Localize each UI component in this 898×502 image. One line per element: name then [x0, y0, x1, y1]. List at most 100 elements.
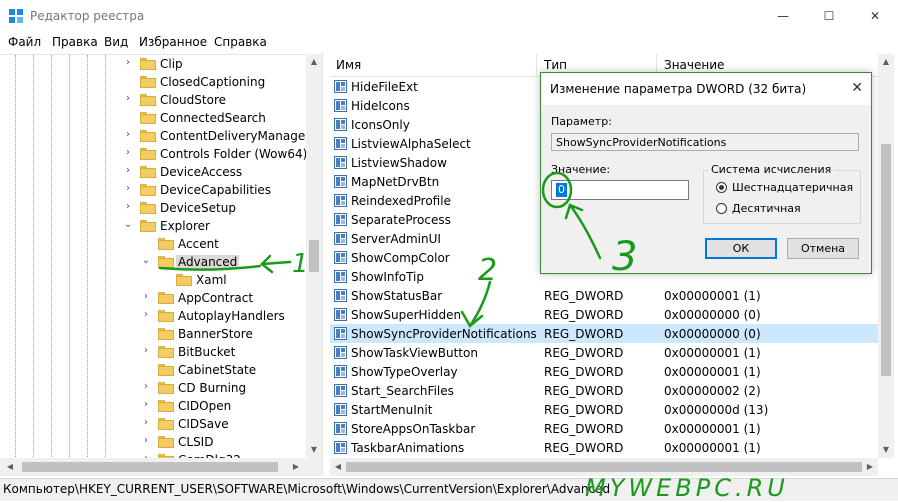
edit-dword-dialog: Изменение параметра DWORD (32 бита) ✕ Па…: [540, 72, 872, 274]
folder-icon: [176, 274, 192, 286]
tree-item[interactable]: BannerStore: [0, 325, 306, 343]
value-name-cell: ShowTypeOverlay: [351, 365, 458, 379]
ok-button[interactable]: ОК: [705, 238, 777, 259]
tree-item[interactable]: › ContentDeliveryManager: [0, 127, 310, 145]
list-vertical-scrollbar[interactable]: ▲ ▼: [878, 54, 894, 458]
tree-item-label: CabinetState: [178, 363, 257, 377]
table-row[interactable]: ShowSyncProviderNotifications REG_DWORD 0x…: [330, 324, 878, 343]
tree-item[interactable]: Xaml: [0, 271, 306, 289]
tree-item[interactable]: CabinetState: [0, 361, 306, 379]
value-name-cell: StartMenuInit: [351, 403, 433, 417]
tree-item[interactable]: ⌄ Explorer: [0, 217, 306, 235]
chevron-right-icon[interactable]: [123, 111, 133, 123]
folder-icon: [158, 418, 174, 430]
minimize-button[interactable]: —: [760, 0, 806, 32]
scroll-left-arrow-icon[interactable]: ◀: [330, 459, 346, 475]
table-row[interactable]: ShowTaskViewButton REG_DWORD 0x00000001 (1…: [330, 343, 878, 362]
tree-item[interactable]: ConnectedSearch: [0, 109, 306, 127]
tree-item[interactable]: › Clip: [0, 55, 306, 73]
menu-view[interactable]: Вид: [104, 35, 128, 49]
scroll-up-arrow-icon[interactable]: ▲: [878, 54, 894, 70]
chevron-right-icon[interactable]: ›: [123, 147, 133, 159]
scroll-right-arrow-icon[interactable]: ▶: [862, 459, 878, 475]
chevron-right-icon[interactable]: ›: [141, 309, 151, 321]
chevron-right-icon[interactable]: ›: [141, 381, 151, 393]
table-row[interactable]: ShowTypeOverlay REG_DWORD 0x00000001 (1): [330, 362, 878, 381]
table-row[interactable]: ShowSuperHidden REG_DWORD 0x00000000 (0): [330, 305, 878, 324]
chevron-right-icon[interactable]: [141, 237, 151, 249]
tree-item[interactable]: › CIDOpen: [0, 397, 306, 415]
chevron-right-icon[interactable]: ›: [123, 129, 133, 141]
tree-item[interactable]: › Controls Folder (Wow64): [0, 145, 307, 163]
scroll-up-arrow-icon[interactable]: ▲: [306, 54, 322, 70]
tree-item[interactable]: › AppContract: [0, 289, 306, 307]
chevron-right-icon[interactable]: ›: [141, 345, 151, 357]
chevron-down-icon[interactable]: ⌄: [141, 255, 151, 267]
chevron-right-icon[interactable]: ›: [141, 435, 151, 447]
table-row[interactable]: StoreAppsOnTaskbar REG_DWORD 0x00000001 (1…: [330, 419, 878, 438]
tree-item[interactable]: ⌄ Advanced: [0, 253, 306, 271]
close-button[interactable]: ✕: [852, 0, 898, 32]
menu-edit[interactable]: Правка: [52, 35, 98, 49]
tree-item[interactable]: › AutoplayHandlers: [0, 307, 306, 325]
table-row[interactable]: ShowStatusBar REG_DWORD 0x00000001 (1): [330, 286, 878, 305]
scrollbar-thumb[interactable]: [22, 462, 278, 472]
table-row[interactable]: TaskbarAnimations REG_DWORD 0x00000001 (1): [330, 438, 878, 457]
folder-icon: [158, 256, 174, 268]
table-row[interactable]: StartMenuInit REG_DWORD 0x0000000d (13): [330, 400, 878, 419]
folder-icon: [140, 58, 156, 70]
tree-item[interactable]: › DeviceSetup: [0, 199, 306, 217]
chevron-right-icon[interactable]: ›: [123, 183, 133, 195]
tree-item[interactable]: › BitBucket: [0, 343, 306, 361]
tree-item[interactable]: › CD Burning: [0, 379, 306, 397]
column-type-header[interactable]: Тип: [544, 58, 567, 72]
maximize-button[interactable]: ☐: [806, 0, 852, 32]
column-divider[interactable]: [536, 54, 537, 76]
menu-help[interactable]: Справка: [214, 35, 267, 49]
chevron-right-icon[interactable]: ›: [141, 399, 151, 411]
tree-item[interactable]: › DeviceCapabilities: [0, 181, 306, 199]
scrollbar-thumb[interactable]: [346, 462, 862, 472]
column-value-header[interactable]: Значение: [664, 58, 724, 72]
chevron-right-icon[interactable]: [159, 273, 169, 285]
scrollbar-thumb[interactable]: [881, 144, 891, 376]
tree-item[interactable]: › CLSID: [0, 433, 306, 451]
cancel-button[interactable]: Отмена: [787, 238, 859, 259]
menu-file[interactable]: Файл: [8, 35, 41, 49]
radio-checked-icon[interactable]: [716, 182, 727, 193]
scrollbar-thumb[interactable]: [309, 240, 319, 272]
radio-unchecked-icon[interactable]: [716, 203, 727, 214]
chevron-right-icon[interactable]: [141, 327, 151, 339]
value-input[interactable]: 0: [551, 180, 689, 200]
menu-favorites[interactable]: Избранное: [139, 35, 207, 49]
tree-item[interactable]: › CIDSave: [0, 415, 306, 433]
tree-item-label: Accent: [178, 237, 219, 251]
chevron-right-icon[interactable]: ›: [123, 165, 133, 177]
tree-item[interactable]: › CloudStore: [0, 91, 306, 109]
scroll-down-arrow-icon[interactable]: ▼: [306, 442, 322, 458]
tree-vertical-scrollbar[interactable]: ▲ ▼: [306, 54, 322, 458]
chevron-right-icon[interactable]: ›: [141, 417, 151, 429]
tree-item[interactable]: Accent: [0, 235, 306, 253]
tree-horizontal-scrollbar[interactable]: ◀ ▶: [0, 458, 322, 476]
column-name-header[interactable]: Имя: [336, 58, 361, 72]
chevron-right-icon[interactable]: ›: [141, 291, 151, 303]
chevron-right-icon[interactable]: ›: [123, 201, 133, 213]
value-name-cell: ReindexedProfile: [351, 194, 451, 208]
dialog-close-icon[interactable]: ✕: [851, 80, 863, 96]
chevron-right-icon[interactable]: ›: [123, 93, 133, 105]
scroll-left-arrow-icon[interactable]: ◀: [2, 459, 18, 475]
registry-editor-icon: [9, 9, 23, 23]
chevron-right-icon[interactable]: [123, 75, 133, 87]
number-base-title: Система исчисления: [708, 163, 835, 176]
scroll-right-arrow-icon[interactable]: ▶: [288, 459, 304, 475]
chevron-down-icon[interactable]: ⌄: [123, 219, 133, 231]
tree-item[interactable]: ClosedCaptioning: [0, 73, 306, 91]
reg-binary-value-icon: [334, 327, 347, 340]
chevron-right-icon[interactable]: ›: [123, 57, 133, 69]
tree-item[interactable]: › DeviceAccess: [0, 163, 306, 181]
scroll-down-arrow-icon[interactable]: ▼: [878, 442, 894, 458]
key-tree[interactable]: › Clip ClosedCaptioning › CloudStore Connecte…: [0, 54, 322, 459]
chevron-right-icon[interactable]: [141, 363, 151, 375]
table-row[interactable]: Start_SearchFiles REG_DWORD 0x00000002 (2): [330, 381, 878, 400]
